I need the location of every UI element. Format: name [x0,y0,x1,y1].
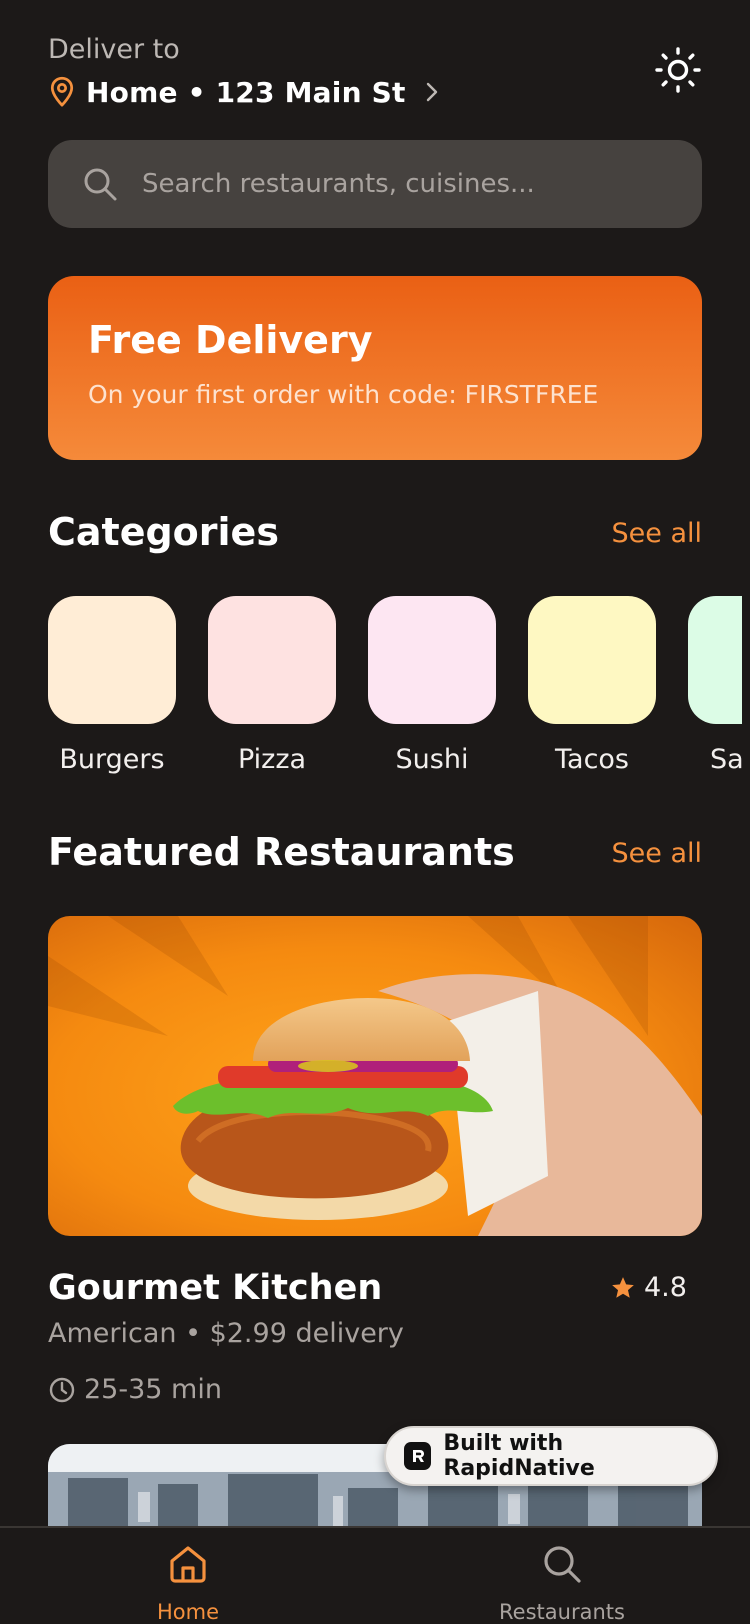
nav-label-home: Home [156,1600,219,1624]
featured-see-all-link[interactable]: See all [612,838,703,869]
category-burgers[interactable]: Burgers [48,596,176,775]
search-icon [84,168,117,201]
promo-banner[interactable]: Free Delivery On your first order with c… [48,276,702,460]
home-icon [170,1546,206,1583]
category-label: Pizza [237,744,307,775]
delivery-address: Home • 123 Main St [86,75,406,109]
category-salads[interactable]: Salads [688,596,742,775]
chevron-right-icon [426,82,437,102]
map-pin-icon [50,76,74,107]
restaurant-name: Gourmet Kitchen [48,1268,383,1308]
promo-title: Free Delivery [88,318,373,362]
delivery-time: 25-35 min [48,1374,222,1405]
category-tacos[interactable]: Tacos [528,596,656,775]
rating-value: 4.8 [644,1272,687,1303]
category-tile [528,596,656,724]
category-label: Salads [710,744,742,775]
restaurant-rating: 4.8 [610,1272,687,1303]
nav-tab-restaurants[interactable]: Restaurants [492,1542,632,1624]
sun-icon[interactable] [654,46,702,94]
nav-tab-home[interactable]: Home [128,1542,248,1624]
clock-icon [49,1377,75,1402]
categories-title: Categories [48,510,279,554]
search-icon [544,1546,581,1583]
badge-label: Built with RapidNative [443,1431,595,1481]
restaurant-image[interactable] [48,916,702,1236]
category-sushi[interactable]: Sushi [368,596,496,775]
search-bar[interactable] [48,140,702,228]
promo-subtitle: On your first order with code: FIRSTFREE [88,380,599,409]
category-label: Burgers [59,744,165,775]
star-icon [612,1276,634,1298]
category-tile [208,596,336,724]
restaurant-meta: American • $2.99 delivery [48,1318,404,1349]
home-screen: Deliver to Home • 123 Main St Search res… [0,0,750,1624]
category-tile [368,596,496,724]
category-list: Burgers Pizza Sushi Tacos Salads [48,596,742,775]
built-with-badge[interactable]: Built with RapidNative [384,1426,718,1486]
category-pizza[interactable]: Pizza [208,596,336,775]
category-tile [48,596,176,724]
categories-see-all-link[interactable]: See all [612,518,703,549]
nav-label-restaurants: Restaurants [499,1600,625,1624]
deliver-to-label: Deliver to [48,34,180,65]
delivery-time-text: 25-35 min [84,1374,222,1405]
category-label: Tacos [555,744,629,775]
address-selector[interactable]: Home • 123 Main St [48,72,442,112]
search-input[interactable] [142,169,662,199]
bottom-navigation: Home Restaurants [0,1526,750,1624]
burger-photo [48,916,702,1236]
featured-title: Featured Restaurants [48,830,515,874]
category-label: Sushi [395,744,469,775]
category-tile [688,596,742,724]
rapidnative-logo-icon [404,1442,432,1470]
